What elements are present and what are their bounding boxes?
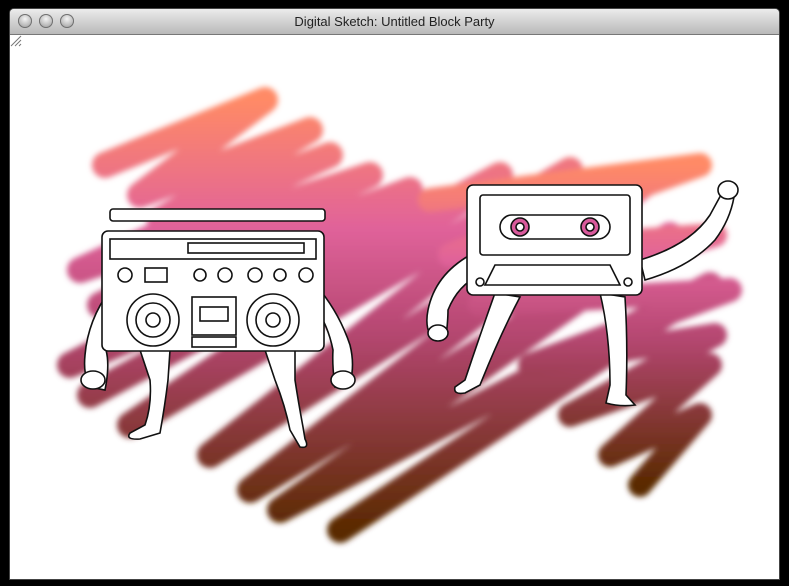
resize-grip-icon[interactable] xyxy=(10,35,22,47)
app-window: Digital Sketch: Untitled Block Party xyxy=(10,9,779,579)
sketch-artwork xyxy=(57,87,742,543)
title-bar[interactable]: Digital Sketch: Untitled Block Party xyxy=(10,9,779,35)
drawing-canvas[interactable] xyxy=(10,35,779,579)
boombox-character xyxy=(80,208,356,449)
window-title: Digital Sketch: Untitled Block Party xyxy=(294,14,495,29)
